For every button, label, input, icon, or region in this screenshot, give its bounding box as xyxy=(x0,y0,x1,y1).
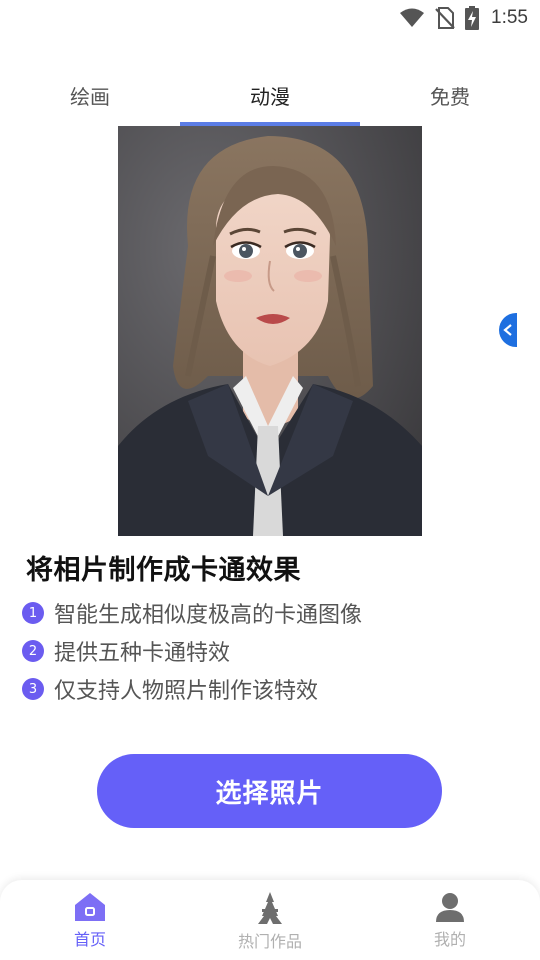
list-item: 2 提供五种卡通特效 xyxy=(22,632,362,670)
feature-headline: 将相片制作成卡通效果 xyxy=(26,555,301,586)
tab-anime[interactable]: 动漫 xyxy=(180,64,360,126)
list-item: 3 仅支持人物照片制作该特效 xyxy=(22,670,362,708)
preview-image xyxy=(118,126,422,536)
number-badge: 1 xyxy=(22,602,44,624)
status-bar: 1:55 xyxy=(0,0,540,36)
chevron-left-icon xyxy=(503,324,512,336)
status-time: 1:55 xyxy=(491,7,528,28)
battery-charging-icon xyxy=(465,6,480,30)
wifi-icon xyxy=(399,8,425,28)
nav-item-popular-works[interactable]: 热门作品 xyxy=(180,880,360,960)
feature-list: 1 智能生成相似度极高的卡通图像 2 提供五种卡通特效 3 仅支持人物照片制作该… xyxy=(22,594,362,708)
feature-text: 提供五种卡通特效 xyxy=(54,641,231,666)
nav-label: 首页 xyxy=(73,930,106,949)
bottom-nav: 首页 热门作品 我的 xyxy=(0,880,540,960)
tower-icon xyxy=(258,892,282,924)
nav-item-mine[interactable]: 我的 xyxy=(360,880,540,960)
feature-text: 仅支持人物照片制作该特效 xyxy=(54,679,319,704)
select-photo-button[interactable]: 选择照片 xyxy=(97,754,442,828)
feature-text: 智能生成相似度极高的卡通图像 xyxy=(54,603,363,628)
nav-label: 我的 xyxy=(433,930,466,949)
list-item: 1 智能生成相似度极高的卡通图像 xyxy=(22,594,362,632)
tab-free[interactable]: 免费 xyxy=(360,64,540,126)
app-screen: 1:55 绘画 动漫 免费 将相片制作成卡通效果 1 智能生成相似度极高的卡通图… xyxy=(0,0,540,960)
category-tabs: 绘画 动漫 免费 xyxy=(0,64,540,126)
no-sim-icon xyxy=(435,7,455,29)
side-drawer-handle[interactable] xyxy=(499,313,517,347)
number-badge: 3 xyxy=(22,678,44,700)
home-icon xyxy=(75,893,105,921)
nav-label: 热门作品 xyxy=(237,932,302,951)
nav-item-home[interactable]: 首页 xyxy=(0,880,180,960)
number-badge: 2 xyxy=(22,640,44,662)
tab-painting[interactable]: 绘画 xyxy=(0,64,180,126)
user-icon xyxy=(436,893,464,922)
